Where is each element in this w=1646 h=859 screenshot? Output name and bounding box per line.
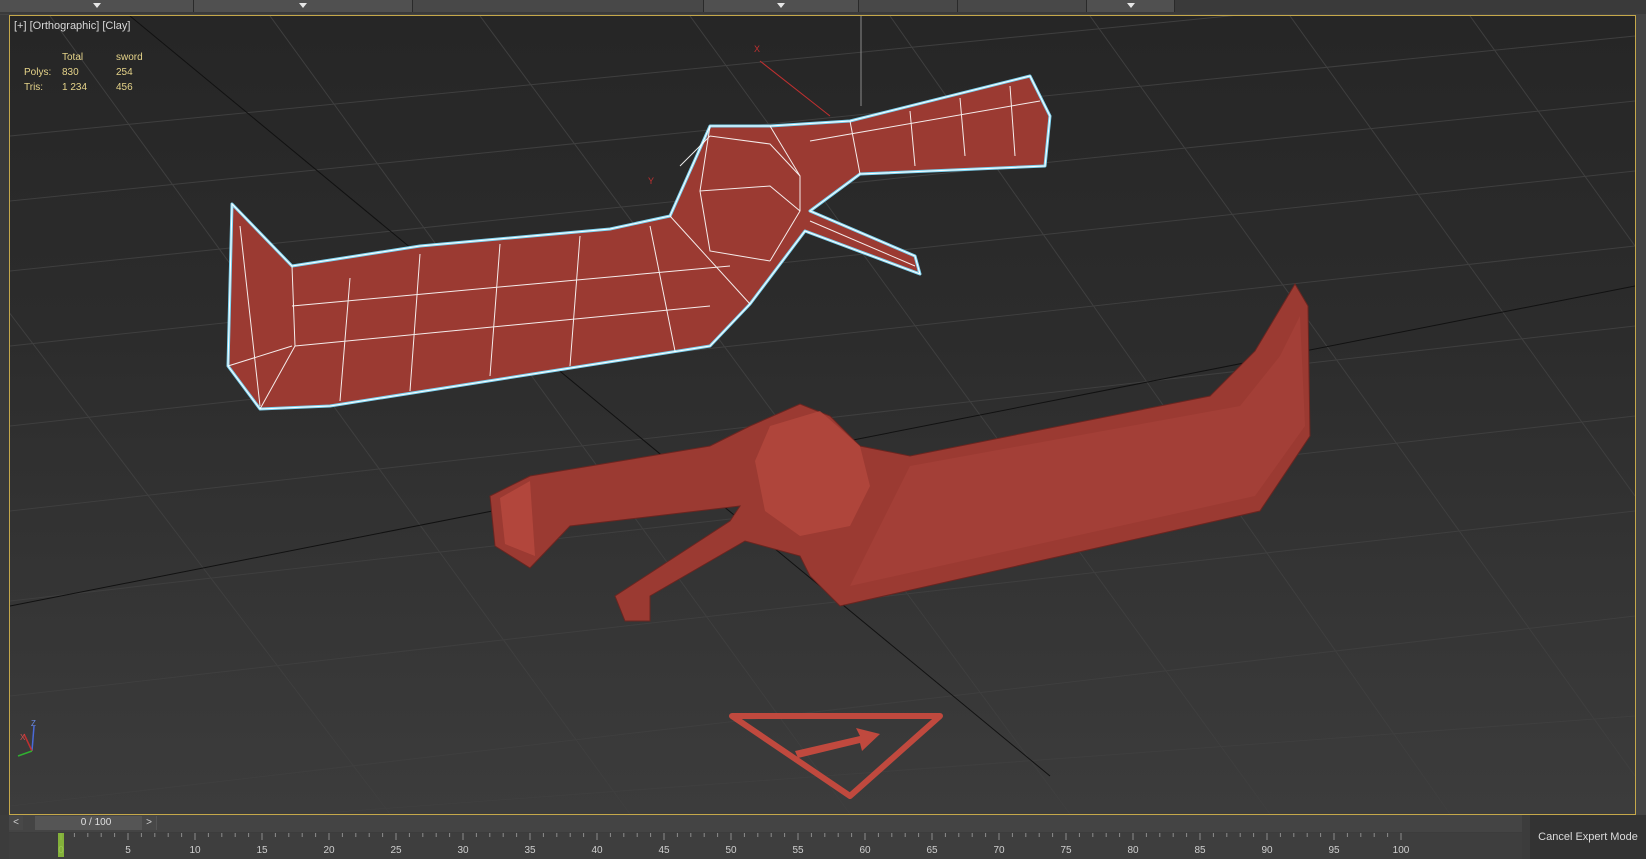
perspective-viewport[interactable]: X Y Z X [+] [Orthographic] [Clay] Total …	[9, 15, 1636, 815]
axis-label-y: Y	[648, 176, 654, 186]
timeline-tick-label: 75	[1060, 845, 1072, 856]
stats-tris-total: 1 234	[62, 82, 88, 93]
timeline-tick-label: 65	[926, 845, 938, 856]
chevron-down-icon	[1126, 3, 1135, 8]
top-toolbar	[0, 0, 1646, 14]
stats-polys-total: 830	[62, 67, 79, 78]
stats-header-total: Total	[62, 52, 84, 63]
cancel-expert-mode-button[interactable]: Cancel Expert Mode	[1530, 815, 1646, 859]
viewport-scene: X Y Z X	[10, 16, 1635, 814]
toolbar-dropdown-4[interactable]	[1087, 0, 1175, 12]
stats-polys-label: Polys:	[24, 67, 52, 78]
timeline-tick-label: 50	[725, 845, 737, 856]
viewport-label[interactable]: [+] [Orthographic] [Clay]	[14, 20, 130, 32]
timeline-tick-label: 10	[189, 845, 201, 856]
time-slider[interactable]: < 0 / 100 >	[9, 815, 1522, 832]
stats-header-selection: sword	[116, 52, 143, 63]
tripod-label-z: Z	[31, 719, 36, 728]
stats-polys-row: Polys: 830 254	[24, 65, 176, 80]
stats-tris-label: Tris:	[24, 82, 44, 93]
timeline-tick-label: 5	[125, 845, 131, 856]
timeline-tick-label: 30	[457, 845, 469, 856]
timeline-tick-label: 85	[1194, 845, 1206, 856]
stats-polys-selection: 254	[116, 67, 133, 78]
toolbar-dropdown-1[interactable]	[0, 0, 194, 12]
left-strip	[0, 15, 9, 815]
timeline-tick-label: 25	[390, 845, 402, 856]
timeline-tick-label: 70	[993, 845, 1005, 856]
time-slider-thumb[interactable]: 0 / 100	[35, 816, 157, 830]
toolbar-dropdown-3[interactable]	[704, 0, 859, 12]
toolbar-field-3[interactable]	[958, 0, 1087, 12]
prev-frame-button[interactable]: <	[9, 816, 23, 830]
stats-header-row: Total sword	[24, 50, 176, 65]
timeline-track[interactable]: 0510152025303540455055606570758085909510…	[9, 833, 1522, 859]
timeline-tick-label: 15	[256, 845, 268, 856]
bottom-panel: < 0 / 100 > 0510152025303540455055606570…	[0, 815, 1646, 859]
stats-tris-row: Tris: 1 234 456	[24, 80, 176, 95]
tripod-label-x: X	[20, 733, 26, 742]
timeline-tick-label: 100	[1393, 845, 1410, 856]
chevron-down-icon	[92, 3, 101, 8]
next-frame-button[interactable]: >	[142, 816, 156, 830]
timeline-tick-label: 95	[1328, 845, 1340, 856]
timeline-tick-label: 80	[1127, 845, 1139, 856]
sword-model-selected[interactable]	[226, 74, 1052, 411]
stats-tris-selection: 456	[116, 82, 133, 93]
toolbar-field-1[interactable]	[413, 0, 704, 12]
x-axis-line	[759, 60, 831, 117]
timeline-tick-label: 55	[792, 845, 804, 856]
axis-label-x: X	[754, 44, 760, 54]
chevron-down-icon	[777, 3, 785, 8]
current-frame-marker[interactable]	[58, 833, 64, 857]
timeline-tick-label: 20	[323, 845, 335, 856]
axis-tripod-icon: Z X	[17, 719, 36, 757]
move-gizmo-icon[interactable]	[729, 713, 943, 799]
timeline-tick-label: 35	[524, 845, 536, 856]
timeline-tick-label: 40	[591, 845, 603, 856]
scene-statistics: Total sword Polys: 830 254 Tris: 1 234 4…	[24, 50, 176, 95]
toolbar-field-2[interactable]	[859, 0, 958, 12]
timeline-tick-label: 60	[859, 845, 871, 856]
chevron-down-icon	[299, 3, 307, 8]
timeline-tick-label: 90	[1261, 845, 1273, 856]
timeline-tick-label: 45	[658, 845, 670, 856]
toolbar-dropdown-2[interactable]	[194, 0, 413, 12]
timeline-ruler: 0510152025303540455055606570758085909510…	[58, 833, 1410, 857]
